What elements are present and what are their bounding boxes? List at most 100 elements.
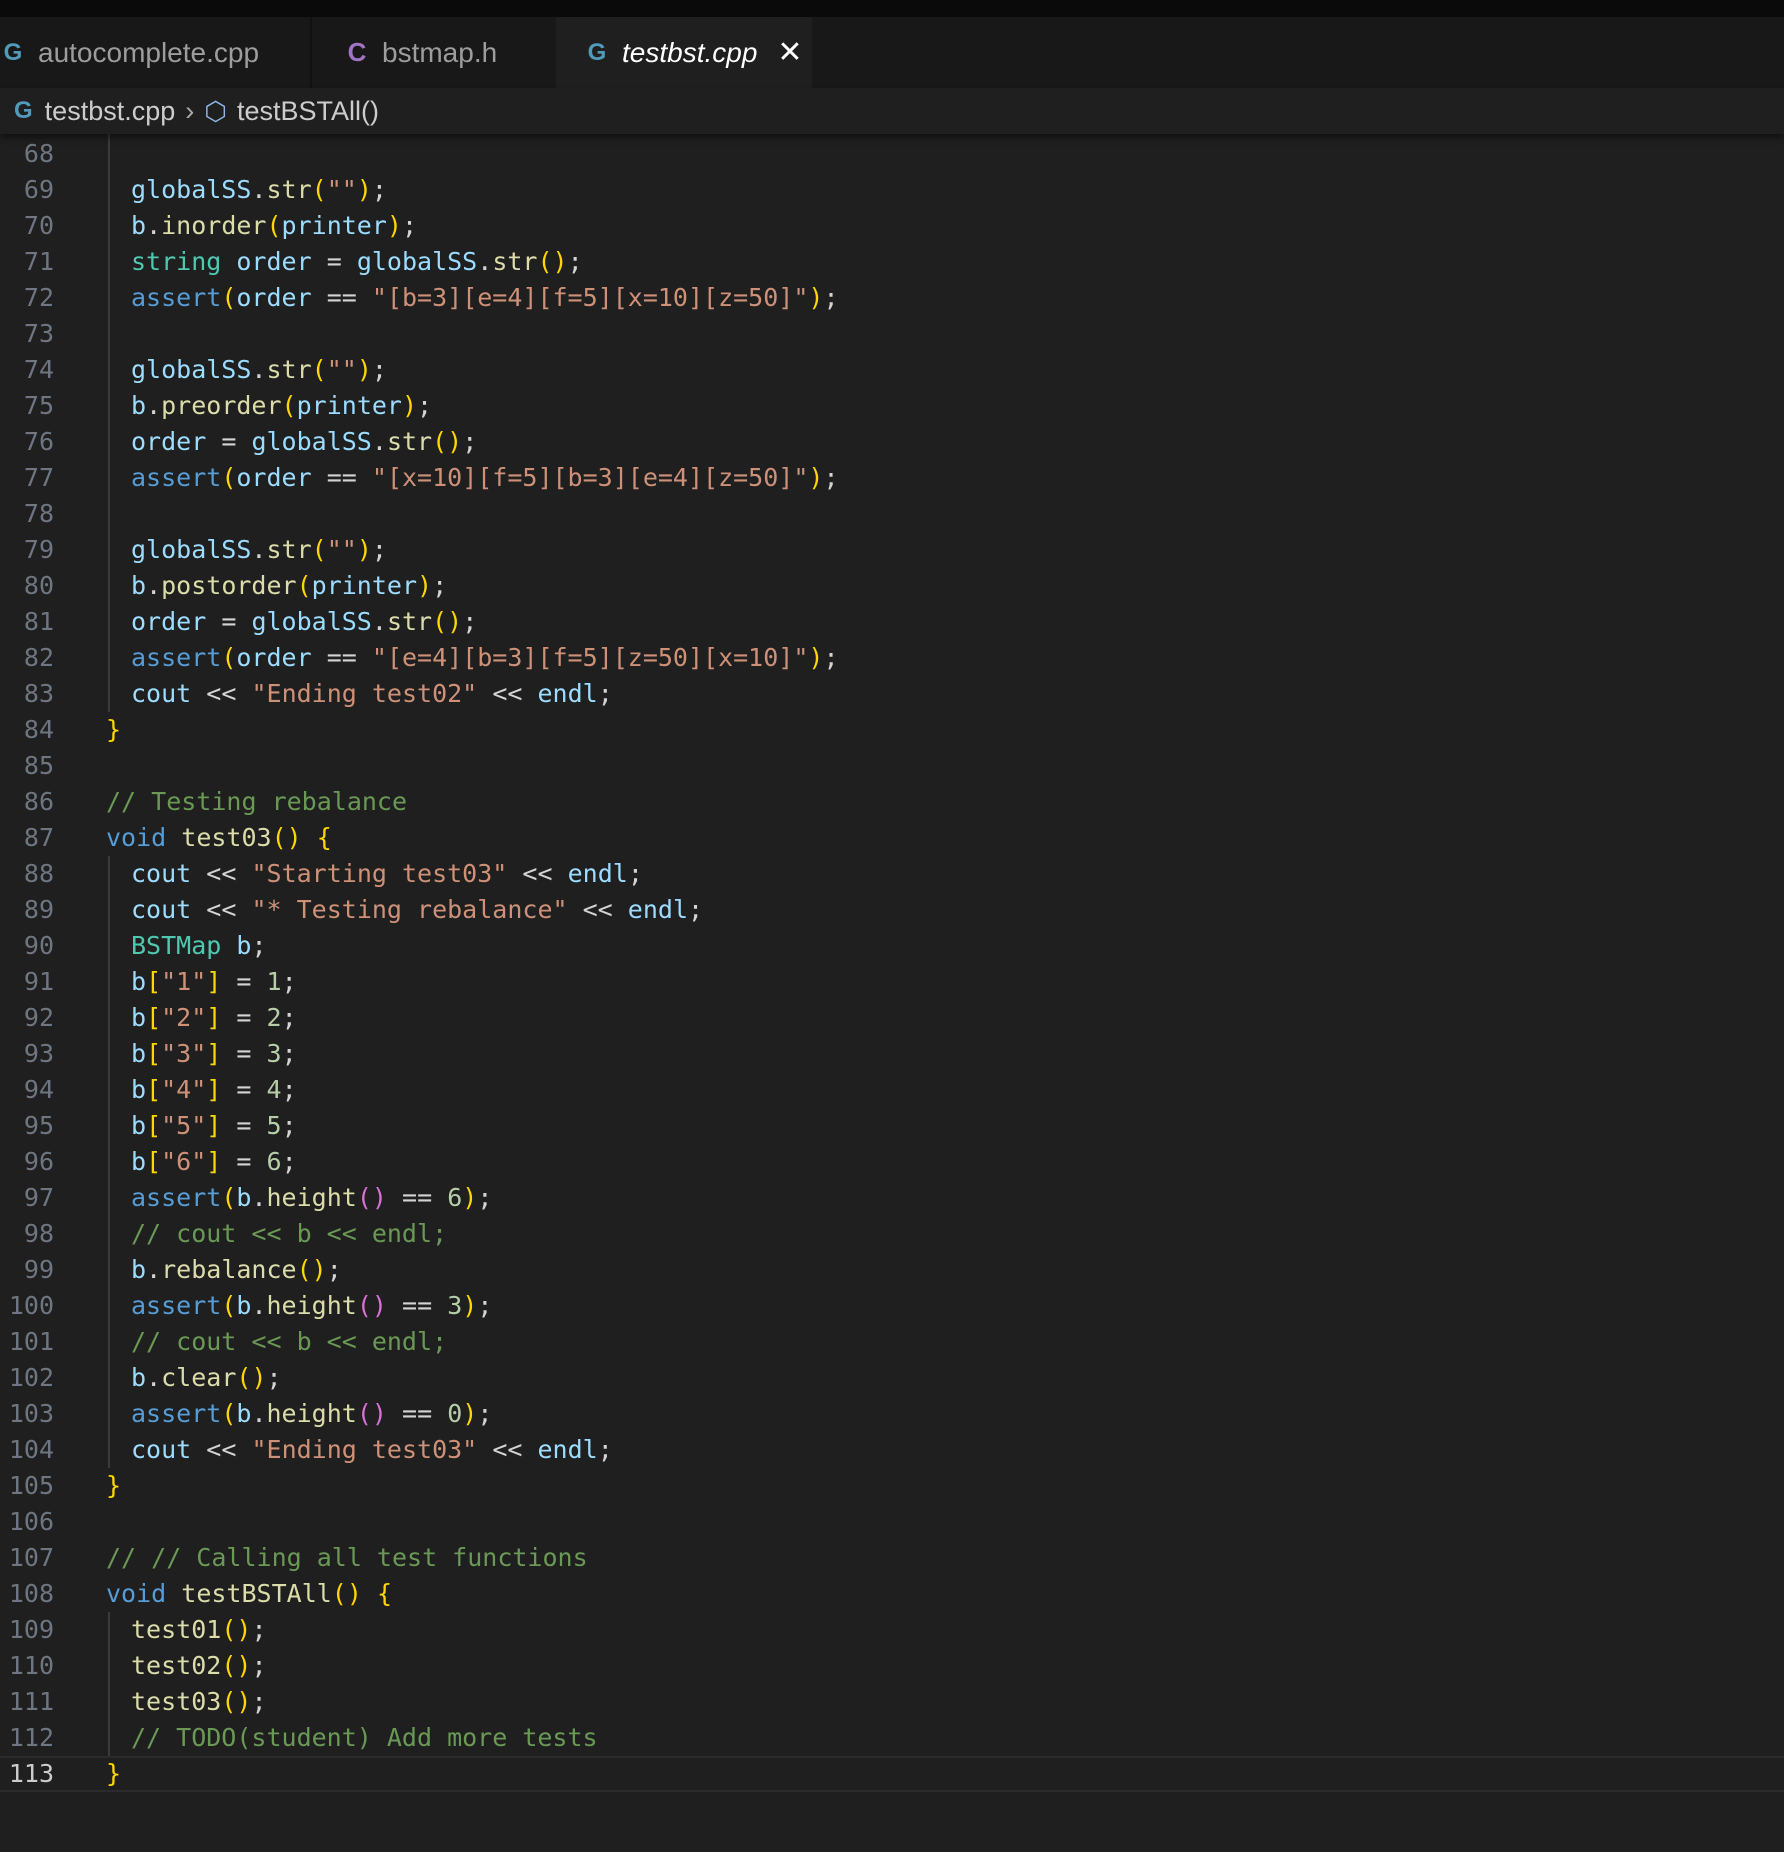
code-line[interactable]: 93 b["3"] = 3;	[0, 1036, 1784, 1072]
code-line[interactable]: 87 void test03() {	[0, 820, 1784, 856]
code-line[interactable]: 73	[0, 316, 1784, 352]
line-number: 103	[8, 1399, 54, 1428]
code-line[interactable]: 71 string order = globalSS.str();	[0, 244, 1784, 280]
code-editor[interactable]: 67// cout << b;6869globalSS.str("");70b.…	[0, 134, 1784, 1852]
code-line[interactable]: 78	[0, 496, 1784, 532]
code-line[interactable]: 89 cout << "* Testing rebalance" << endl;	[0, 892, 1784, 928]
code-line[interactable]: 103 assert(b.height() == 0);	[0, 1396, 1784, 1432]
line-code: string order = globalSS.str();	[131, 247, 583, 276]
code-line[interactable]: 111 test03();	[0, 1684, 1784, 1720]
line-number: 105	[8, 1471, 54, 1500]
line-number: 107	[8, 1543, 54, 1572]
current-code-line[interactable]: 113}	[0, 1756, 1784, 1792]
code-line[interactable]: 91 b["1"] = 1;	[0, 964, 1784, 1000]
tab-label: bstmap.h	[382, 36, 498, 68]
line-number: 91	[23, 967, 54, 996]
line-code: order = globalSS.str();	[131, 427, 478, 456]
line-code: b["2"] = 2;	[131, 1003, 297, 1032]
line-code: b["5"] = 5;	[131, 1111, 297, 1140]
line-number: 68	[23, 139, 54, 168]
line-number: 110	[8, 1651, 54, 1680]
code-line[interactable]: 95 b["5"] = 5;	[0, 1108, 1784, 1144]
line-number: 74	[23, 355, 54, 384]
code-line[interactable]: 97 assert(b.height() == 6);	[0, 1180, 1784, 1216]
line-code: globalSS.str("");	[131, 175, 387, 204]
code-line[interactable]: 81 order = globalSS.str();	[0, 604, 1784, 640]
line-number: 98	[23, 1219, 54, 1248]
line-code: void test03() {	[106, 823, 332, 852]
code-line[interactable]: 109 test01();	[0, 1612, 1784, 1648]
code-line[interactable]: 94 b["4"] = 4;	[0, 1072, 1784, 1108]
code-line[interactable]: 107 // // Calling all test functions	[0, 1540, 1784, 1576]
line-code: cout << "Ending test03" << endl;	[131, 1435, 613, 1464]
code-line[interactable]: 110 test02();	[0, 1648, 1784, 1684]
line-number: 82	[23, 643, 54, 672]
line-code: }	[106, 715, 122, 744]
line-number: 73	[23, 319, 54, 348]
line-number: 77	[23, 463, 54, 492]
code-line[interactable]: 104 cout << "Ending test03" << endl;	[0, 1432, 1784, 1468]
code-line[interactable]: 101 // cout << b << endl;	[0, 1324, 1784, 1360]
code-line[interactable]: 83 cout << "Ending test02" << endl;	[0, 676, 1784, 712]
line-number: 71	[23, 247, 54, 276]
line-code: test03();	[131, 1687, 267, 1716]
line-code: b["4"] = 4;	[131, 1075, 297, 1104]
tab-testbst-cpp[interactable]: G testbst.cpp ✕	[556, 17, 812, 88]
code-line[interactable]: 106	[0, 1504, 1784, 1540]
code-line[interactable]: 98 // cout << b << endl;	[0, 1216, 1784, 1252]
close-icon[interactable]: ✕	[777, 37, 802, 68]
code-line[interactable]: 75 b.preorder(printer);	[0, 388, 1784, 424]
line-number: 96	[23, 1147, 54, 1176]
code-line[interactable]: 105}	[0, 1468, 1784, 1504]
line-number: 79	[23, 535, 54, 564]
code-line[interactable]: 99 b.rebalance();	[0, 1252, 1784, 1288]
tab-bstmap-h[interactable]: C bstmap.h	[314, 17, 554, 88]
line-code: // TODO(student) Add more tests	[131, 1723, 598, 1752]
code-line[interactable]: 69 globalSS.str("");	[0, 172, 1784, 208]
code-line[interactable]: 74 globalSS.str("");	[0, 352, 1784, 388]
code-line[interactable]: 80 b.postorder(printer);	[0, 568, 1784, 604]
code-line[interactable]: 84}	[0, 712, 1784, 748]
cpp-file-icon: G	[3, 38, 23, 66]
code-line[interactable]: 77 assert(order == "[x=10][f=5][b=3][e=4]…	[0, 460, 1784, 496]
line-code: BSTMap b;	[131, 931, 267, 960]
code-line[interactable]: 102 b.clear();	[0, 1360, 1784, 1396]
code-line[interactable]: 68	[0, 136, 1784, 172]
line-number: 111	[8, 1687, 54, 1716]
tab-autocomplete-cpp[interactable]: G autocomplete.cpp	[0, 17, 312, 88]
code-line[interactable]: 85	[0, 748, 1784, 784]
code-line[interactable]: 100 assert(b.height() == 3);	[0, 1288, 1784, 1324]
breadcrumb-file[interactable]: testbst.cpp	[45, 96, 176, 127]
line-number: 75	[23, 391, 54, 420]
line-code: globalSS.str("");	[131, 355, 387, 384]
line-number: 70	[23, 211, 54, 240]
code-line[interactable]: 70 b.inorder(printer);	[0, 208, 1784, 244]
line-code: assert(order == "[e=4][b=3][f=5][z=50][x…	[131, 643, 839, 672]
code-line[interactable]: 90 BSTMap b;	[0, 928, 1784, 964]
cube-symbol-icon: ⬡	[204, 95, 227, 126]
line-code: b["6"] = 6;	[131, 1147, 297, 1176]
code-line[interactable]: 72 assert(order == "[b=3][e=4][f=5][x=10]…	[0, 280, 1784, 316]
line-code: // cout << b << endl;	[131, 1327, 448, 1356]
code-line[interactable]: 76 order = globalSS.str();	[0, 424, 1784, 460]
code-line[interactable]: 79 globalSS.str("");	[0, 532, 1784, 568]
line-number: 102	[8, 1363, 54, 1392]
line-number: 95	[23, 1111, 54, 1140]
code-line[interactable]: 112 // TODO(student) Add more tests	[0, 1720, 1784, 1756]
code-line[interactable]: 82 assert(order == "[e=4][b=3][f=5][z=50]…	[0, 640, 1784, 676]
code-line[interactable]: 92 b["2"] = 2;	[0, 1000, 1784, 1036]
line-number: 86	[23, 787, 54, 816]
line-code: b.inorder(printer);	[131, 211, 418, 240]
code-line[interactable]: 108 void testBSTAll() {	[0, 1576, 1784, 1612]
line-number: 113	[8, 1759, 54, 1788]
code-line[interactable]: 88 cout << "Starting test03" << endl;	[0, 856, 1784, 892]
code-line[interactable]: 96 b["6"] = 6;	[0, 1144, 1784, 1180]
tab-label: testbst.cpp	[622, 36, 758, 68]
line-number: 76	[23, 427, 54, 456]
line-code: cout << "Ending test02" << endl;	[131, 679, 613, 708]
line-number: 93	[23, 1039, 54, 1068]
line-number: 97	[23, 1183, 54, 1212]
breadcrumb-symbol[interactable]: testBSTAll()	[237, 96, 379, 127]
code-line[interactable]: 86 // Testing rebalance	[0, 784, 1784, 820]
indent-guide	[108, 134, 110, 712]
